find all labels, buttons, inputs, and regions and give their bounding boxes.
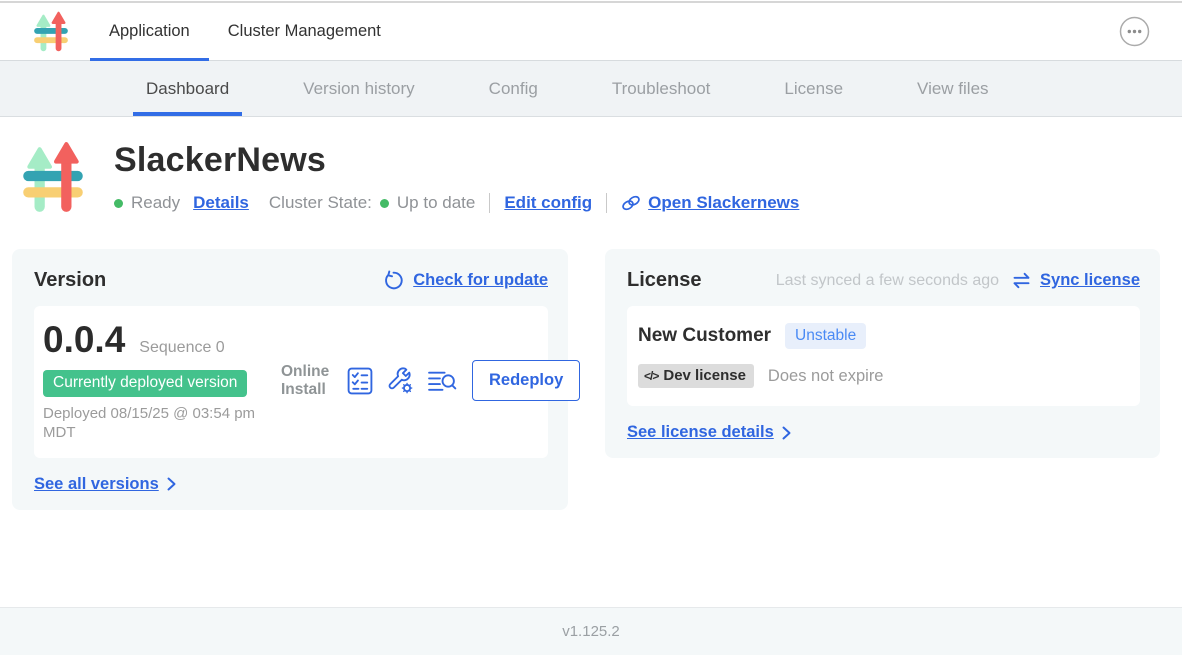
channel-badge: Unstable	[785, 323, 866, 349]
ready-status-dot-icon	[114, 199, 123, 208]
open-app-label: Open Slackernews	[648, 193, 799, 213]
chevron-right-icon	[782, 426, 791, 440]
wrench-gear-icon	[386, 367, 414, 395]
last-synced-text: Last synced a few seconds ago	[776, 272, 999, 290]
tab-cluster-management[interactable]: Cluster Management	[209, 3, 400, 60]
page-title: SlackerNews	[114, 141, 799, 180]
sync-license-link[interactable]: Sync license	[1040, 271, 1140, 290]
license-card: License Last synced a few seconds ago Sy…	[605, 249, 1160, 458]
top-header: Application Cluster Management	[0, 3, 1182, 61]
ready-status-label: Ready	[131, 193, 180, 213]
license-type-badge: </> Dev license	[638, 364, 754, 388]
sync-icon	[1012, 272, 1031, 289]
subnav-dashboard[interactable]: Dashboard	[146, 61, 229, 116]
deployed-timestamp: Deployed 08/15/25 @ 03:54 pm MDT	[43, 405, 271, 443]
see-all-versions-link[interactable]: See all versions	[34, 475, 176, 494]
checklist-icon	[347, 367, 373, 395]
subnav-config[interactable]: Config	[489, 61, 538, 116]
app-status-row: Ready Details Cluster State: Up to date …	[114, 193, 799, 213]
ellipsis-icon	[1119, 16, 1150, 47]
version-number: 0.0.4	[43, 319, 125, 361]
subnav-version-history[interactable]: Version history	[303, 61, 415, 116]
subnav-version-history-label: Version history	[303, 79, 415, 99]
subnav-dashboard-label: Dashboard	[146, 79, 229, 99]
refresh-icon	[383, 270, 404, 291]
tab-cluster-management-label: Cluster Management	[228, 22, 381, 41]
app-logo-icon	[22, 139, 84, 215]
tab-application[interactable]: Application	[90, 3, 209, 60]
version-sequence: Sequence 0	[139, 339, 224, 357]
subnav-troubleshoot[interactable]: Troubleshoot	[612, 61, 711, 116]
brand-logo	[33, 3, 69, 60]
customer-name: New Customer	[638, 325, 771, 347]
console-version: v1.125.2	[562, 623, 620, 640]
console-footer: v1.125.2	[0, 607, 1182, 655]
view-deploy-logs-button[interactable]	[427, 368, 457, 394]
version-card: Version Check for update 0.0.4 Sequence …	[12, 249, 568, 510]
cluster-state-label: Cluster State:	[269, 193, 372, 213]
license-card-title: License	[627, 269, 701, 292]
chevron-right-icon	[167, 477, 176, 491]
subnav-view-files[interactable]: View files	[917, 61, 989, 116]
details-link[interactable]: Details	[193, 193, 249, 213]
slackernews-logo-icon	[33, 10, 69, 53]
open-app-link[interactable]: Open Slackernews	[621, 193, 799, 213]
link-icon	[621, 194, 641, 212]
app-subnav: Dashboard Version history Config Trouble…	[0, 61, 1182, 117]
logs-search-icon	[427, 368, 457, 394]
license-expiry-text: Does not expire	[768, 367, 884, 386]
more-menu-button[interactable]	[1119, 16, 1150, 47]
subnav-view-files-label: View files	[917, 79, 989, 99]
cluster-state-value: Up to date	[397, 193, 475, 213]
divider	[606, 193, 607, 213]
code-icon: </>	[644, 369, 658, 383]
preflight-checks-button[interactable]	[347, 367, 373, 395]
subnav-troubleshoot-label: Troubleshoot	[612, 79, 711, 99]
divider	[489, 193, 490, 213]
install-type-label: Online Install	[281, 363, 335, 399]
license-type-label: Dev license	[663, 367, 746, 384]
subnav-config-label: Config	[489, 79, 538, 99]
version-card-title: Version	[34, 269, 106, 292]
view-config-button[interactable]	[386, 367, 414, 395]
tab-application-label: Application	[109, 22, 190, 41]
see-license-details-link[interactable]: See license details	[627, 423, 791, 442]
deployed-status-badge: Currently deployed version	[43, 370, 247, 397]
current-version-panel: 0.0.4 Sequence 0 Currently deployed vers…	[34, 306, 548, 458]
subnav-license-label: License	[784, 79, 843, 99]
redeploy-button[interactable]: Redeploy	[472, 360, 580, 401]
see-license-details-label: See license details	[627, 423, 774, 442]
license-details-panel: New Customer Unstable </> Dev license Do…	[627, 306, 1140, 406]
subnav-license[interactable]: License	[784, 61, 843, 116]
see-all-versions-label: See all versions	[34, 475, 159, 494]
header-tabs: Application Cluster Management	[90, 3, 400, 60]
dashboard-main: SlackerNews Ready Details Cluster State:…	[0, 117, 1182, 607]
edit-config-link[interactable]: Edit config	[504, 193, 592, 213]
check-for-update-link[interactable]: Check for update	[413, 271, 548, 290]
cluster-state-dot-icon	[380, 199, 389, 208]
